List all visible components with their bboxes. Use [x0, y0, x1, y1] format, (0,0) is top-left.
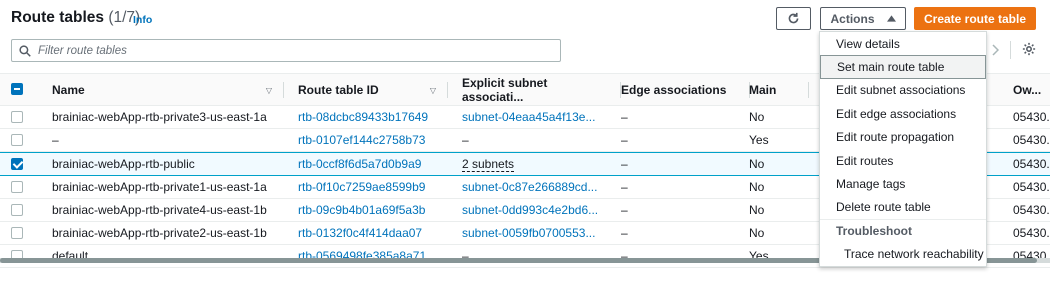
cell-edge: –	[621, 110, 628, 124]
cell-owner: 05430...	[1013, 110, 1050, 124]
column-header-route-table-id[interactable]: Route table ID ▽	[298, 74, 448, 106]
cell-edge: –	[621, 249, 628, 264]
chevron-right-icon	[991, 44, 999, 56]
cell-id[interactable]: rtb-0569498fe385a8a71	[298, 245, 448, 267]
cell-subnet: –	[462, 133, 469, 148]
menu-item-delete-route-table[interactable]: Delete route table	[820, 196, 986, 219]
cell-owner: 05430...	[1013, 202, 1050, 217]
row-checkbox[interactable]	[11, 226, 23, 239]
cell-edge: –	[621, 179, 628, 194]
caret-up-icon	[886, 15, 896, 22]
cell-main: No	[749, 110, 765, 124]
column-header-subnet-associations[interactable]: Explicit subnet associati...	[462, 74, 621, 106]
cell-main: No	[749, 157, 765, 172]
cell-main: No	[749, 179, 765, 194]
cell-owner: 05430...	[1013, 157, 1050, 172]
column-header-owner[interactable]: Ow...	[1013, 74, 1050, 106]
select-all-cell	[0, 74, 38, 106]
row-checkbox[interactable]	[11, 134, 23, 147]
cell-id[interactable]: rtb-09c9b4b01a69f5a3b	[298, 199, 448, 221]
cell-subnet[interactable]: subnet-04eaa45a4f13e...	[462, 106, 607, 128]
cell-edge: –	[621, 225, 628, 240]
menu-item-edit-routes[interactable]: Edit routes	[820, 149, 986, 172]
cell-id[interactable]: rtb-0ccf8f6d5a7d0b9a9	[298, 153, 448, 175]
actions-label: Actions	[830, 11, 875, 26]
filter-search-box[interactable]	[11, 39, 561, 62]
info-link[interactable]: Info	[133, 14, 152, 26]
cell-subnet[interactable]: subnet-0dd993c4e2bd6...	[462, 199, 607, 221]
search-icon	[19, 44, 31, 57]
row-checkbox[interactable]	[11, 180, 23, 193]
select-all-checkbox[interactable]	[11, 83, 23, 95]
column-header-name[interactable]: Name ▽	[52, 74, 284, 106]
cell-edge: –	[621, 202, 628, 217]
cell-subnet[interactable]: subnet-0c87e266889cd...	[462, 176, 607, 198]
menu-item-manage-tags[interactable]: Manage tags	[820, 172, 986, 195]
cell-owner: 05430...	[1013, 133, 1050, 148]
cell-owner: 05430...	[1013, 179, 1050, 194]
cell-edge: –	[621, 157, 628, 172]
cell-id[interactable]: rtb-0f10c7259ae8599b9	[298, 176, 448, 198]
cell-name: brainiac-webApp-rtb-private4-us-east-1b	[52, 202, 267, 217]
cell-main: Yes	[749, 249, 769, 264]
cell-subnet[interactable]: 2 subnets	[462, 153, 607, 175]
cell-main: No	[749, 225, 765, 240]
menu-item-view-details[interactable]: View details	[820, 32, 986, 55]
cell-id[interactable]: rtb-0107ef144c2758b73	[298, 129, 448, 151]
menu-item-trace-network-reachability[interactable]: Trace network reachability	[820, 242, 986, 265]
cell-subnet: –	[462, 249, 469, 264]
cell-owner: 05430...	[1013, 249, 1050, 264]
cell-id[interactable]: rtb-0132f0c4f414daa07	[298, 222, 448, 244]
pager-divider	[1010, 41, 1011, 59]
row-checkbox[interactable]	[11, 111, 23, 123]
menu-item-edit-route-propagation[interactable]: Edit route propagation	[820, 126, 986, 149]
menu-item-edit-subnet-associations[interactable]: Edit subnet associations	[820, 79, 986, 102]
cell-owner: 05430...	[1013, 225, 1050, 240]
column-header-edge-associations[interactable]: Edge associations	[621, 74, 750, 106]
cell-name: brainiac-webApp-rtb-private2-us-east-1b	[52, 225, 267, 240]
cell-name: brainiac-webApp-rtb-private3-us-east-1a	[52, 110, 267, 124]
actions-dropdown-menu: View details Set main route table Edit s…	[819, 31, 987, 267]
cell-name: default	[52, 249, 89, 264]
create-route-table-button[interactable]: Create route table	[914, 7, 1036, 30]
row-checkbox[interactable]	[11, 158, 23, 171]
cell-subnet[interactable]: subnet-0059fb0700553...	[462, 222, 607, 244]
cell-name: –	[52, 133, 59, 148]
title-text: Route tables	[11, 9, 105, 26]
table-settings-button[interactable]	[1022, 42, 1038, 58]
page-title: Route tables (1/7)	[11, 9, 140, 27]
actions-dropdown-button[interactable]: Actions	[820, 7, 906, 30]
next-page-button[interactable]	[988, 40, 1002, 60]
settings-gear-icon	[1022, 42, 1036, 56]
refresh-button[interactable]	[776, 7, 811, 30]
cell-main: Yes	[749, 133, 769, 148]
menu-group-troubleshoot: Troubleshoot	[820, 219, 986, 242]
menu-item-set-main-route-table[interactable]: Set main route table	[820, 55, 986, 79]
column-header-main[interactable]: Main	[749, 74, 809, 106]
cell-id[interactable]: rtb-08dcbc89433b17649	[298, 106, 448, 128]
sort-caret-icon: ▽	[265, 85, 272, 95]
cell-main: No	[749, 202, 765, 217]
cell-name: brainiac-webApp-rtb-private1-us-east-1a	[52, 179, 267, 194]
refresh-icon	[788, 12, 799, 24]
menu-item-edit-edge-associations[interactable]: Edit edge associations	[820, 102, 986, 125]
sort-caret-icon: ▽	[429, 85, 436, 95]
cell-edge: –	[621, 133, 628, 148]
cell-name: brainiac-webApp-rtb-public	[52, 157, 195, 172]
search-input[interactable]	[38, 44, 538, 57]
row-checkbox[interactable]	[11, 203, 23, 216]
